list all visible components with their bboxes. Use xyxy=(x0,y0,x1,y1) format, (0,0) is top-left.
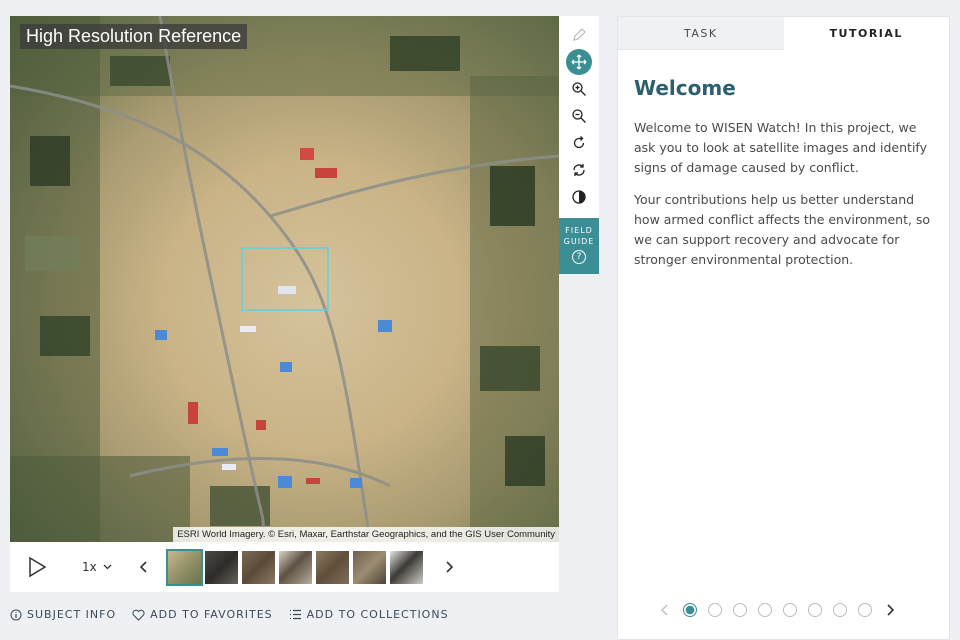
highlight-box xyxy=(241,247,329,311)
chevron-left-icon xyxy=(139,561,147,573)
frame-thumbnails xyxy=(165,548,423,586)
add-to-collections-label: ADD TO COLLECTIONS xyxy=(306,608,449,621)
chevron-right-icon xyxy=(446,561,453,573)
frame-thumbnail[interactable] xyxy=(389,550,423,584)
rotate-icon[interactable] xyxy=(566,130,592,156)
field-guide-label-2: GUIDE xyxy=(563,237,595,246)
step-dot[interactable] xyxy=(858,603,872,617)
subject-image-viewer[interactable]: High Resolution Reference ESRI World Ima… xyxy=(10,16,559,542)
step-dot[interactable] xyxy=(683,603,697,617)
pencil-icon[interactable] xyxy=(566,22,592,48)
image-toolbar xyxy=(559,16,599,218)
reset-icon[interactable] xyxy=(566,157,592,183)
zoom-out-icon[interactable] xyxy=(566,103,592,129)
chevron-left-icon xyxy=(661,604,668,616)
tab-task[interactable]: TASK xyxy=(618,17,784,50)
speed-value: 1x xyxy=(82,560,97,574)
panel-tabs: TASK TUTORIAL xyxy=(618,17,949,50)
info-icon xyxy=(10,609,22,620)
next-step-button[interactable] xyxy=(883,603,897,617)
previous-step-button[interactable] xyxy=(658,603,672,617)
play-icon[interactable] xyxy=(26,556,48,578)
speed-select[interactable]: 1x xyxy=(82,560,112,574)
step-dot[interactable] xyxy=(833,603,847,617)
satellite-image xyxy=(10,16,559,542)
frame-thumbnail[interactable] xyxy=(241,550,275,584)
zoom-in-icon[interactable] xyxy=(566,76,592,102)
step-dot[interactable] xyxy=(708,603,722,617)
task-panel: TASK TUTORIAL Welcome Welcome to WISEN W… xyxy=(617,16,950,640)
frame-thumbnail[interactable] xyxy=(278,550,312,584)
reference-label: High Resolution Reference xyxy=(20,24,248,49)
step-dot[interactable] xyxy=(733,603,747,617)
contrast-icon[interactable] xyxy=(566,184,592,210)
frame-controls: 1x xyxy=(10,542,559,592)
frame-thumbnail[interactable] xyxy=(204,550,238,584)
subject-footer: SUBJECT INFO ADD TO FAVORITES ADD TO COL… xyxy=(10,608,449,621)
tutorial-title: Welcome xyxy=(634,76,736,100)
tutorial-paragraph: Welcome to WISEN Watch! In this project,… xyxy=(634,120,927,175)
frame-thumbnail[interactable] xyxy=(165,548,203,586)
subject-info-label: SUBJECT INFO xyxy=(27,608,117,621)
frame-thumbnail[interactable] xyxy=(315,550,349,584)
subject-info-link[interactable]: SUBJECT INFO xyxy=(10,608,116,621)
add-to-collections-link[interactable]: ADD TO COLLECTIONS xyxy=(289,608,449,621)
chevron-right-icon xyxy=(887,604,894,616)
tutorial-paragraph: Your contributions help us better unders… xyxy=(634,192,931,267)
step-dot[interactable] xyxy=(783,603,797,617)
add-to-favorites-link[interactable]: ADD TO FAVORITES xyxy=(132,608,273,621)
list-icon xyxy=(289,609,301,620)
help-icon: ? xyxy=(572,250,586,264)
previous-frame-button[interactable] xyxy=(134,557,154,577)
heart-icon xyxy=(132,609,145,621)
field-guide-button[interactable]: FIELD GUIDE ? xyxy=(559,218,599,274)
add-to-favorites-label: ADD TO FAVORITES xyxy=(150,608,273,621)
step-dot[interactable] xyxy=(758,603,772,617)
frame-thumbnail[interactable] xyxy=(352,550,386,584)
tab-tutorial[interactable]: TUTORIAL xyxy=(783,17,949,50)
tutorial-content: Welcome Welcome to WISEN Watch! In this … xyxy=(618,50,949,270)
tutorial-pager xyxy=(658,603,897,617)
step-dot[interactable] xyxy=(808,603,822,617)
next-frame-button[interactable] xyxy=(439,557,459,577)
imagery-attribution: ESRI World Imagery. © Esri, Maxar, Earth… xyxy=(173,527,559,542)
chevron-down-icon xyxy=(103,564,112,570)
move-icon[interactable] xyxy=(566,49,592,75)
field-guide-label-1: FIELD xyxy=(565,226,593,235)
